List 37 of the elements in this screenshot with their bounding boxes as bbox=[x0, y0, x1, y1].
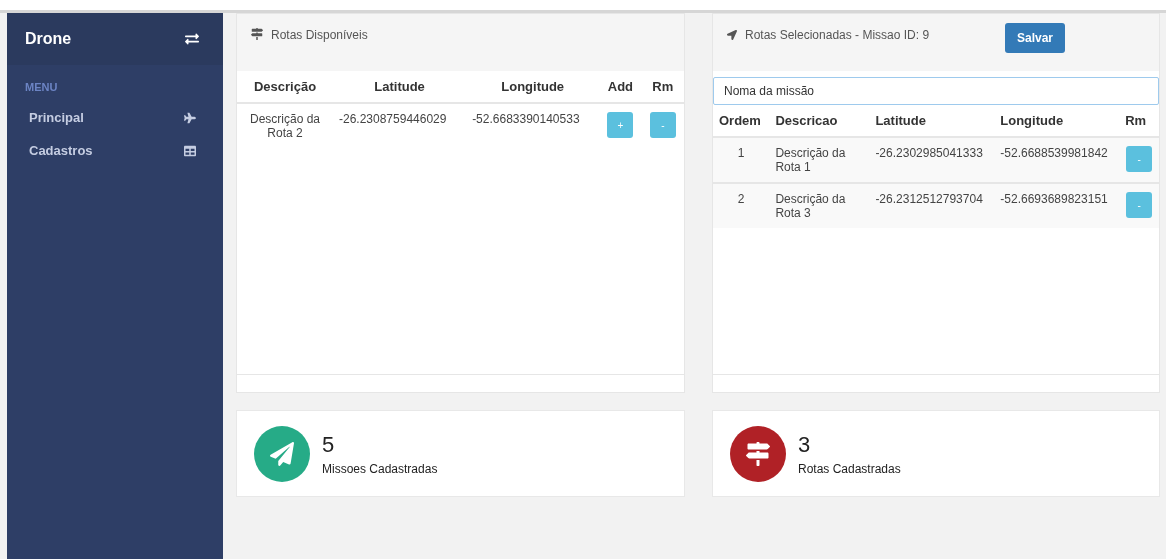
table-cell: Descrição da Rota 3 bbox=[769, 183, 870, 228]
plane-icon bbox=[184, 111, 196, 124]
table-cell: -52.6688539981842 bbox=[994, 137, 1120, 183]
column-header: Add bbox=[599, 71, 642, 103]
table-cell: Descrição da Rota 1 bbox=[769, 137, 870, 183]
table-cell: -52.6693689823151 bbox=[994, 183, 1120, 228]
remove-button[interactable]: - bbox=[649, 112, 676, 138]
table-cell: -26.2302985041333 bbox=[869, 137, 995, 183]
signpost-icon bbox=[251, 28, 263, 40]
table-icon bbox=[184, 144, 196, 157]
stat-value: 3 bbox=[798, 431, 812, 458]
brand-title: Drone bbox=[25, 30, 72, 48]
table-cell: 2 bbox=[713, 183, 770, 228]
column-header: Latitude bbox=[333, 71, 467, 103]
table-cell: -26.2312512793704 bbox=[869, 183, 995, 228]
swap-icon[interactable] bbox=[185, 32, 199, 46]
remove-button[interactable]: - bbox=[1126, 192, 1153, 218]
column-header: Longitude bbox=[466, 71, 600, 103]
stat-value: 5 bbox=[322, 431, 336, 458]
panel-title: Rotas Selecionadas - Missao ID: 9 bbox=[745, 28, 930, 42]
stat-label: Missoes Cadastradas bbox=[322, 461, 438, 476]
stat-label: Rotas Cadastradas bbox=[798, 461, 901, 476]
mission-name-field[interactable]: Noma da missão bbox=[713, 77, 1159, 105]
table-cell: 1 bbox=[713, 137, 770, 183]
sidebar-item[interactable]: Principal bbox=[7, 101, 223, 134]
table-cell: -26.2308759446029 bbox=[333, 103, 467, 148]
location-arrow-icon bbox=[727, 30, 737, 40]
save-button[interactable]: Salvar bbox=[1004, 23, 1065, 53]
sidebar-item[interactable]: Cadastros bbox=[7, 134, 223, 167]
column-header: Rm bbox=[641, 71, 684, 103]
add-button[interactable]: + bbox=[607, 112, 634, 138]
column-header: Descrição bbox=[237, 71, 333, 103]
table-cell: Descrição da Rota 2 bbox=[237, 103, 333, 148]
menu-heading: MENU bbox=[24, 80, 59, 95]
remove-button[interactable]: - bbox=[1126, 146, 1153, 172]
panel-title: Rotas Disponíveis bbox=[271, 28, 368, 42]
table-cell: -52.6683390140533 bbox=[466, 103, 600, 148]
